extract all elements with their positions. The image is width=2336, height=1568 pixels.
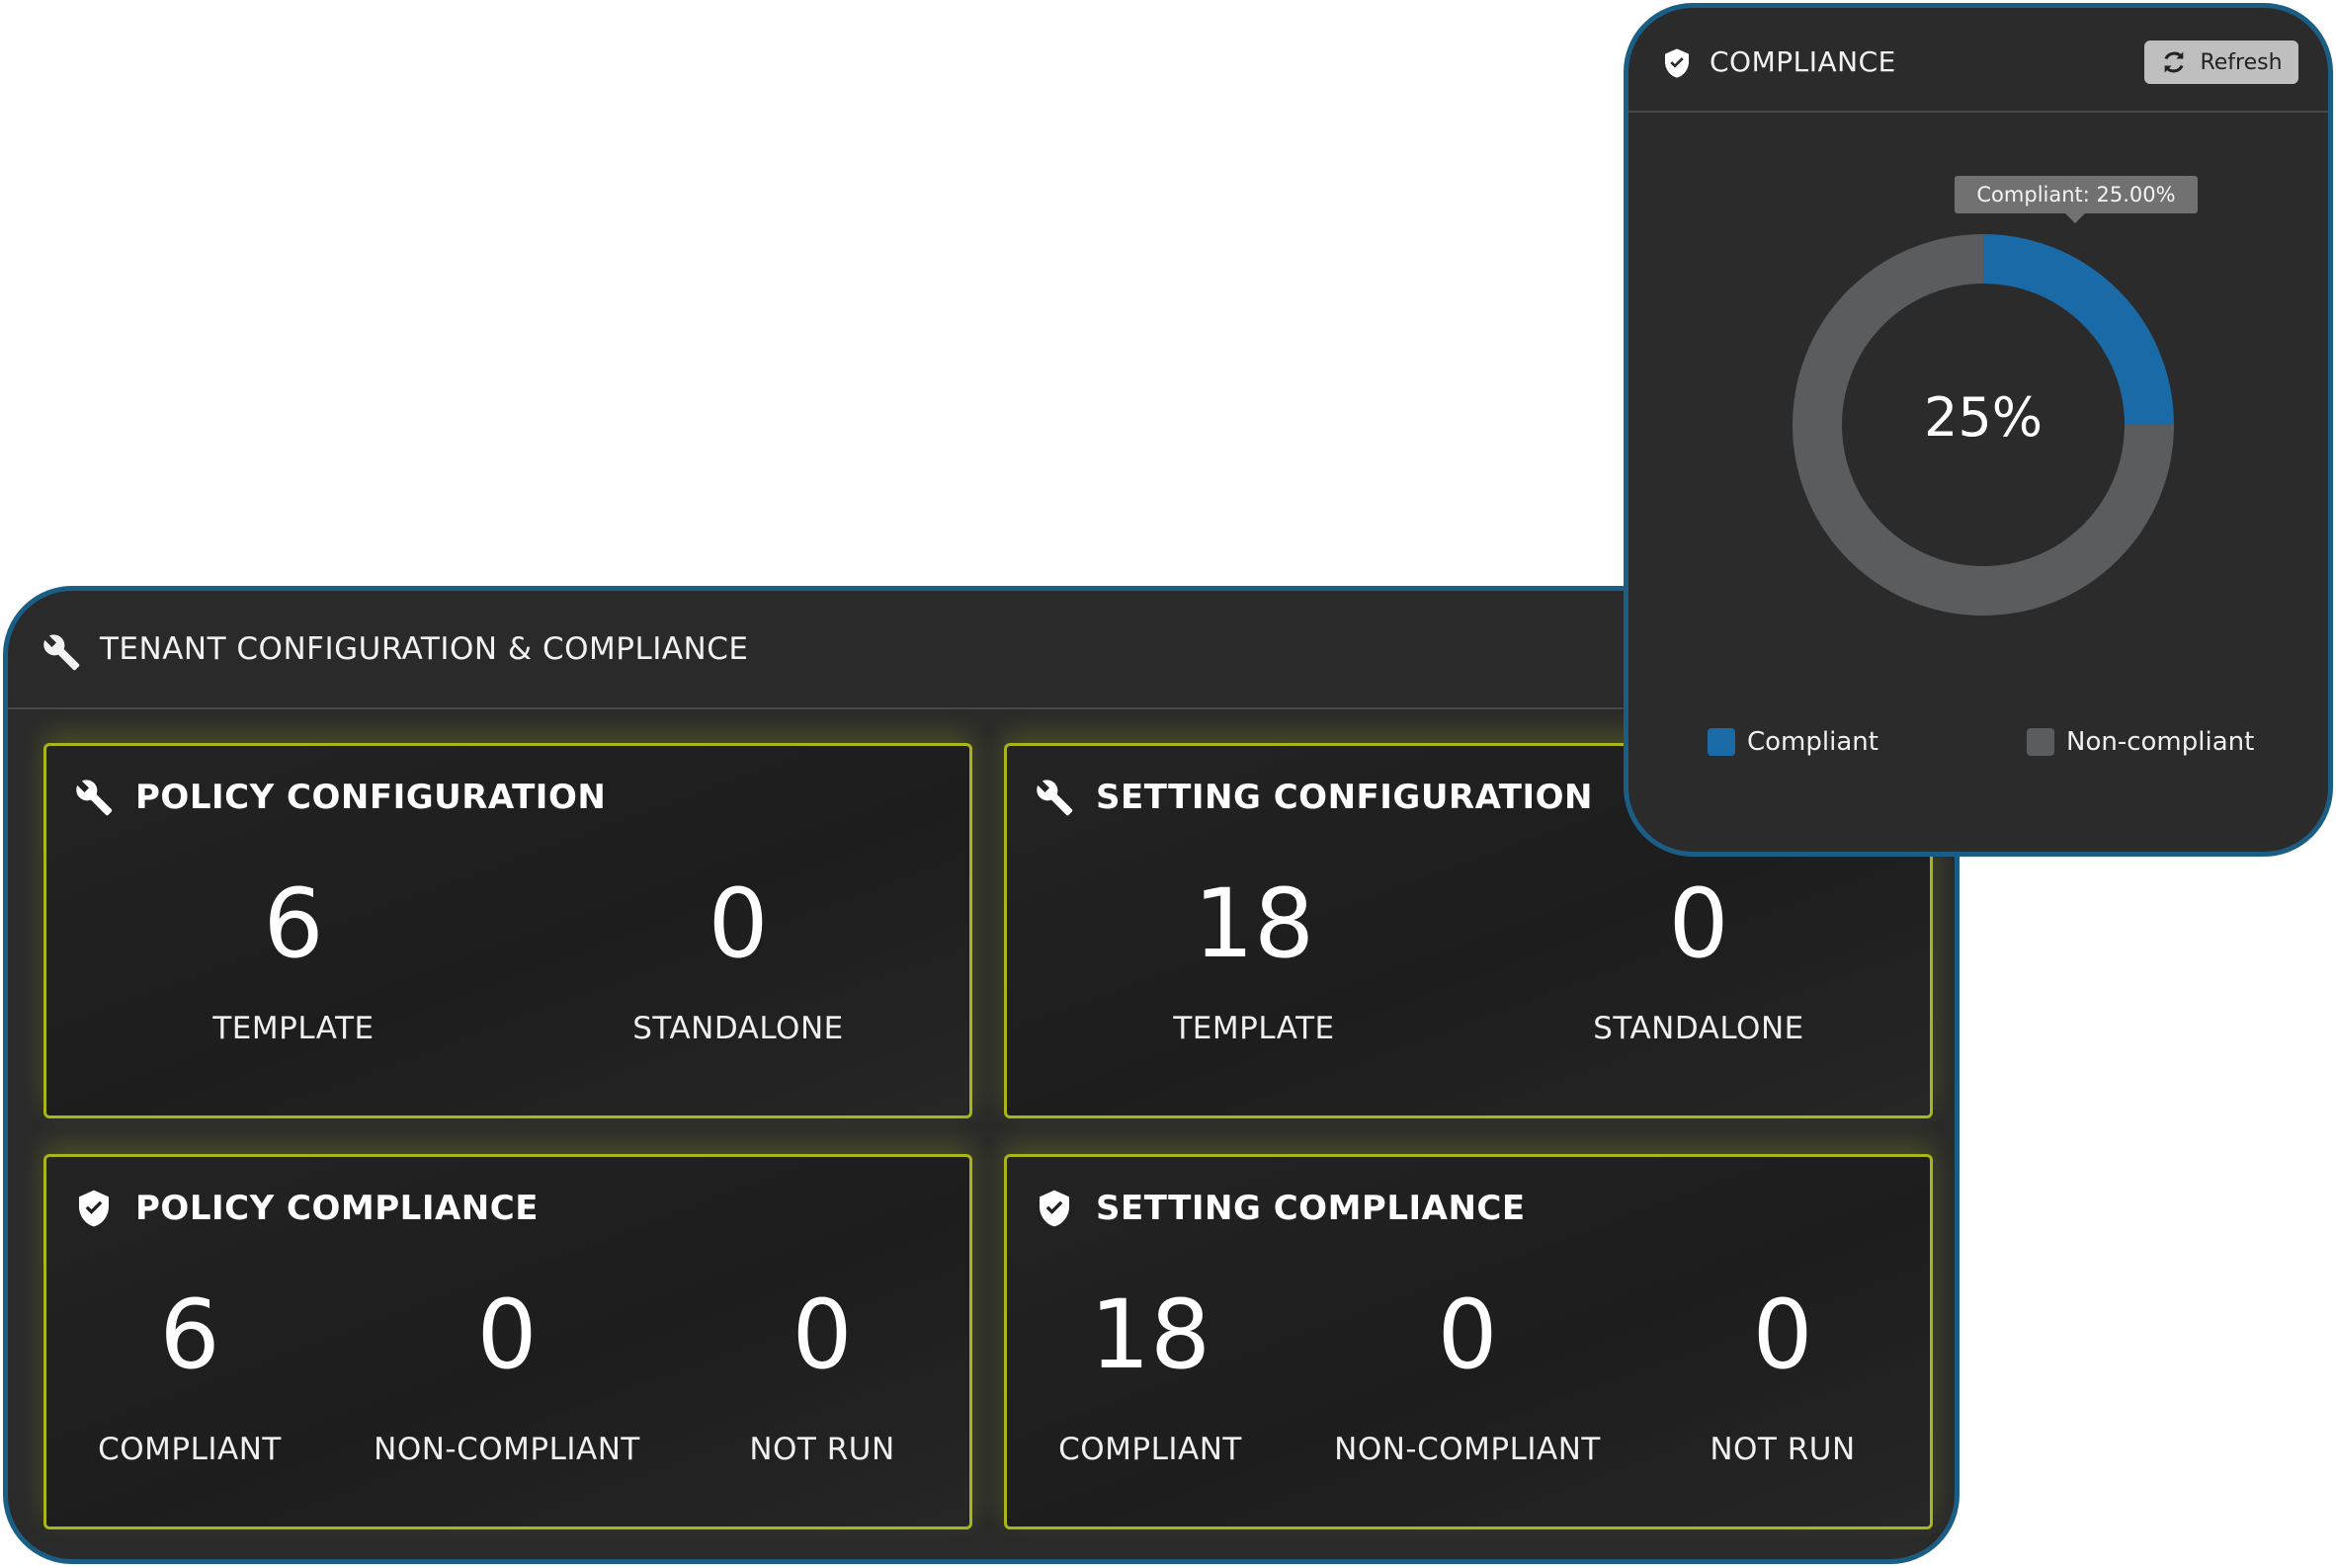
stat-value: 0: [476, 1279, 538, 1390]
stat-label: NOT RUN: [749, 1432, 895, 1467]
noncompliant-stat: 0 NON-COMPLIANT: [359, 1285, 655, 1467]
stat-value: 6: [263, 868, 324, 979]
stat-label: NON-COMPLIANT: [374, 1432, 640, 1467]
stat-value: 0: [1668, 868, 1729, 979]
stat-value: 6: [159, 1279, 220, 1390]
tenant-panel-title: TENANT CONFIGURATION & COMPLIANCE: [100, 631, 749, 667]
notrun-stat: 0 NOT RUN: [699, 1285, 946, 1467]
compliance-panel: COMPLIANCE Refresh Compliant: 25.00% 25%…: [1624, 3, 2333, 857]
setting-compliance-card: SETTING COMPLIANCE 18 COMPLIANT 0 NON-CO…: [1004, 1154, 1933, 1529]
shield-check-icon: [79, 1190, 109, 1227]
legend-item-compliant[interactable]: Compliant: [1708, 727, 1878, 757]
card-title: POLICY CONFIGURATION: [135, 778, 607, 817]
stat-label: NOT RUN: [1710, 1432, 1856, 1467]
noncompliant-stat: 0 NON-COMPLIANT: [1319, 1285, 1616, 1467]
policy-compliance-card: POLICY COMPLIANCE 6 COMPLIANT 0 NON-COMP…: [43, 1154, 972, 1529]
stat-value: 0: [1437, 1279, 1498, 1390]
stat-label: TEMPLATE: [1173, 1011, 1335, 1046]
stat-label: STANDALONE: [632, 1011, 844, 1046]
stat-value: 0: [792, 1279, 853, 1390]
policy-configuration-card: POLICY CONFIGURATION 6 TEMPLATE 0 STANDA…: [43, 743, 972, 1118]
legend-label: Non-compliant: [2066, 727, 2255, 757]
template-stat: 18 TEMPLATE: [1106, 874, 1402, 1046]
wrench-icon: [76, 780, 113, 816]
compliant-stat: 6 COMPLIANT: [56, 1285, 323, 1467]
stat-label: NON-COMPLIANT: [1334, 1432, 1601, 1467]
legend-item-noncompliant[interactable]: Non-compliant: [2027, 727, 2254, 757]
legend-label: Compliant: [1747, 727, 1878, 757]
card-title: POLICY COMPLIANCE: [135, 1189, 539, 1228]
stat-label: COMPLIANT: [98, 1432, 282, 1467]
stat-label: STANDALONE: [1593, 1011, 1804, 1046]
standalone-stat: 0 STANDALONE: [1550, 874, 1847, 1046]
card-title: SETTING COMPLIANCE: [1096, 1189, 1526, 1228]
stat-value: 0: [1752, 1279, 1813, 1390]
compliant-stat: 18 COMPLIANT: [1017, 1285, 1284, 1467]
template-stat: 6 TEMPLATE: [145, 874, 442, 1046]
stat-value: 0: [708, 868, 769, 979]
stat-value: 18: [1193, 868, 1315, 979]
shield-check-icon: [1040, 1190, 1069, 1227]
chart-tooltip: Compliant: 25.00%: [1955, 176, 2198, 223]
standalone-stat: 0 STANDALONE: [590, 874, 886, 1046]
wrench-icon: [1037, 780, 1073, 816]
card-title: SETTING CONFIGURATION: [1096, 778, 1593, 817]
legend-swatch: [1708, 728, 1735, 756]
wrench-icon: [43, 634, 80, 671]
stat-value: 18: [1089, 1279, 1211, 1390]
legend-swatch: [2027, 728, 2054, 756]
donut-center-label: 25%: [1923, 386, 2044, 449]
stat-label: COMPLIANT: [1058, 1432, 1242, 1467]
notrun-stat: 0 NOT RUN: [1659, 1285, 1906, 1467]
stat-label: TEMPLATE: [212, 1011, 375, 1046]
